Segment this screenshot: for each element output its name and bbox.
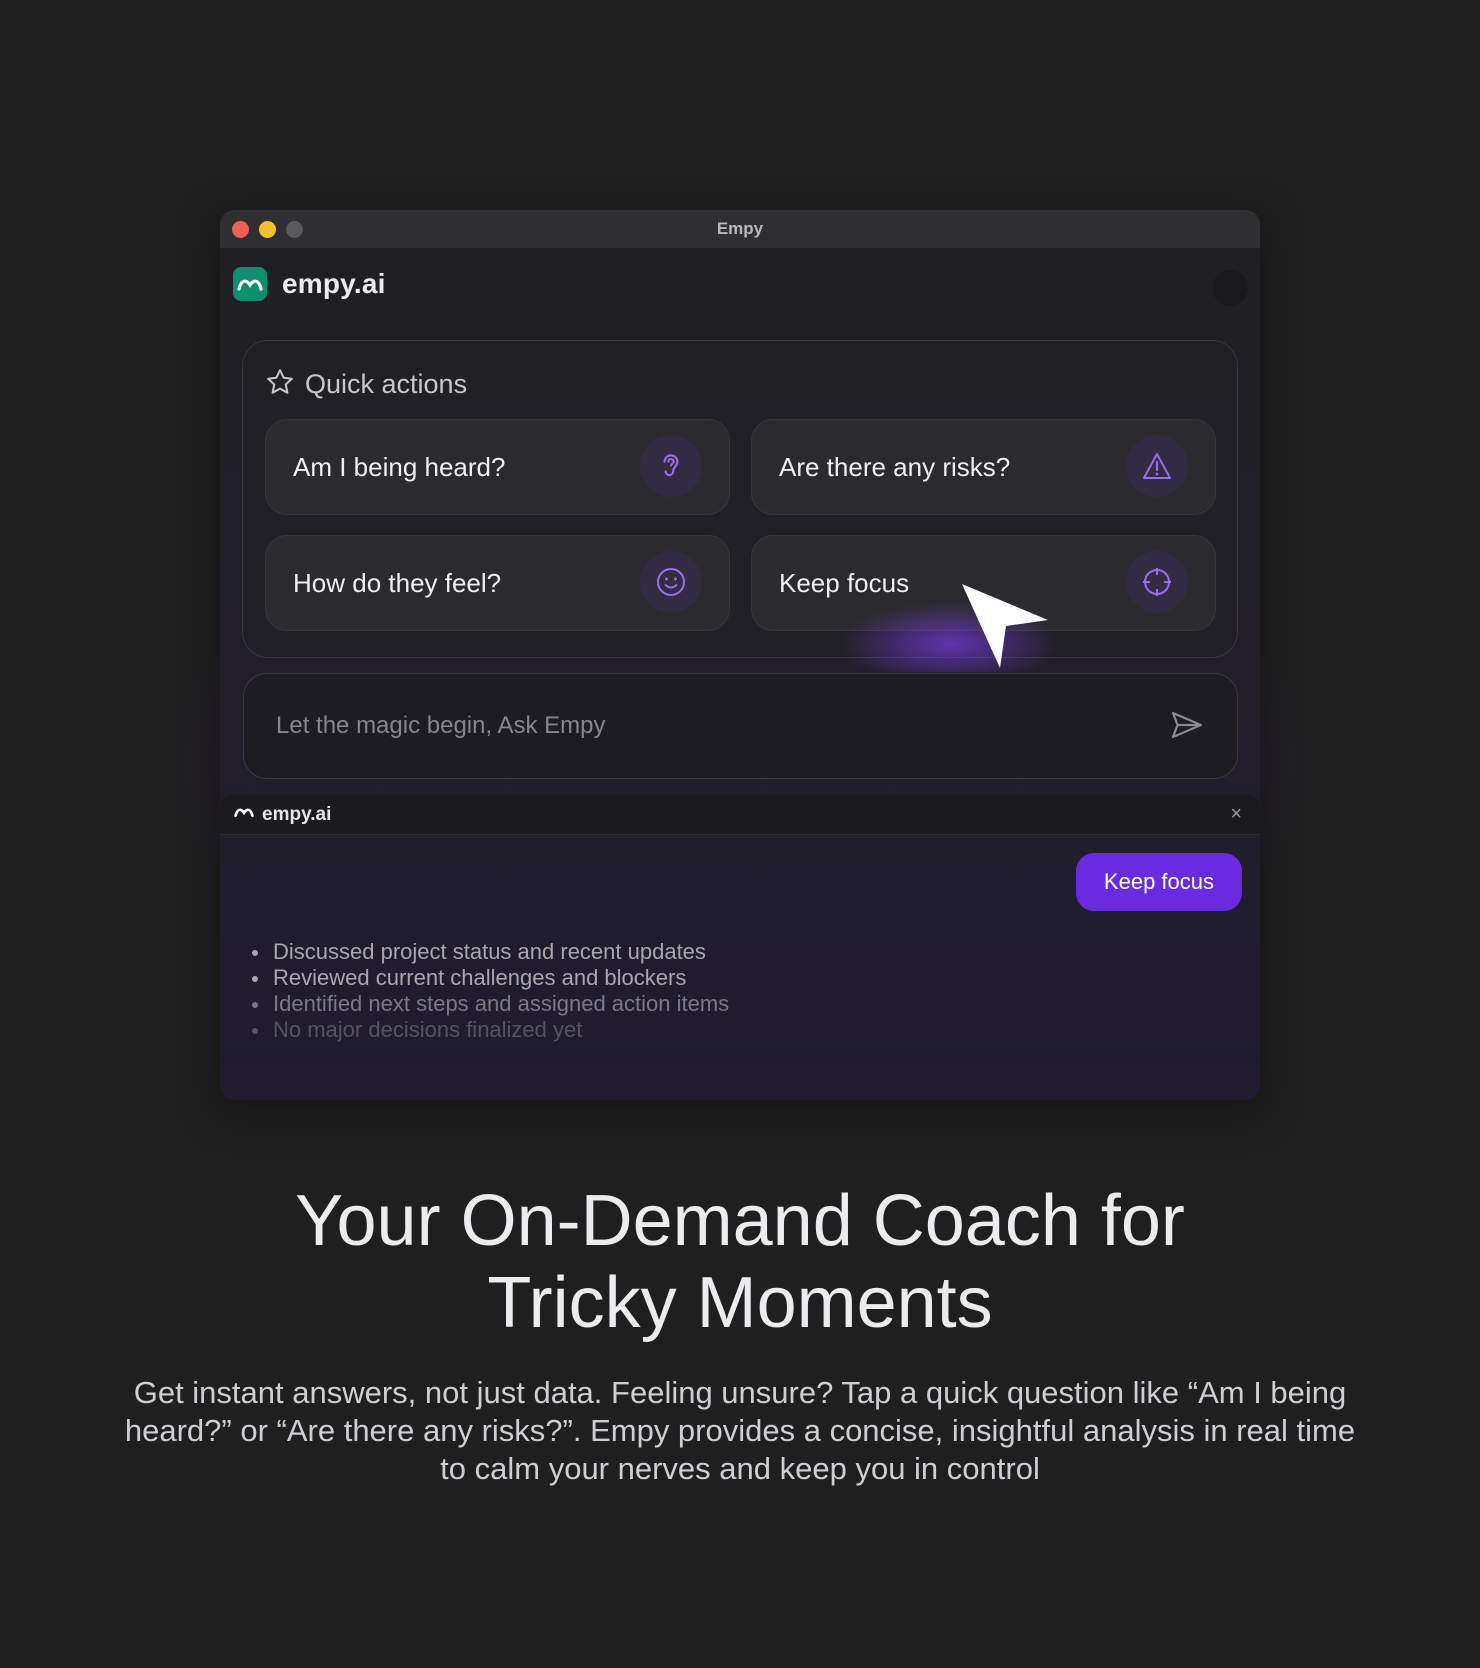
summary-panel-body: Keep focus Discussed project status and … <box>220 835 1260 1100</box>
quick-action-label: Am I being heard? <box>293 451 506 482</box>
avatar[interactable] <box>1212 270 1248 306</box>
quick-action-label: How do they feel? <box>293 567 502 598</box>
list-item: Reviewed current challenges and blockers <box>252 965 729 991</box>
summary-panel: empy.ai × Keep focus Discussed project s… <box>220 795 1260 1100</box>
close-window-button[interactable] <box>232 221 249 238</box>
empy-logo-icon <box>233 267 267 301</box>
brand-name: empy.ai <box>282 268 386 299</box>
quick-action-am-i-being-heard[interactable]: Am I being heard? <box>265 419 730 515</box>
close-icon[interactable]: × <box>1230 804 1242 824</box>
list-item: Identified next steps and assigned actio… <box>252 991 729 1017</box>
summary-bullet-list: Discussed project status and recent upda… <box>252 939 729 1043</box>
app-header: empy.ai <box>220 248 1260 320</box>
quick-actions-title: Quick actions <box>305 369 468 399</box>
quick-action-label: Are there any risks? <box>779 451 1011 482</box>
headline-line-2: Tricky Moments <box>487 1263 993 1343</box>
zoom-window-button[interactable] <box>286 221 303 238</box>
summary-panel-brand: empy.ai <box>262 803 332 825</box>
quick-action-are-there-any-risks[interactable]: Are there any risks? <box>751 419 1216 515</box>
headline-line-1: Your On-Demand Coach for <box>295 1181 1185 1261</box>
list-item: No major decisions finalized yet <box>252 1017 729 1043</box>
quick-actions-panel: Quick actions Am I being heard? Are ther… <box>242 340 1238 658</box>
bottom-fade <box>220 1047 1260 1100</box>
window-controls <box>232 221 303 238</box>
page-headline: Your On-Demand Coach for Tricky Moments <box>0 1180 1480 1344</box>
ear-icon <box>640 435 702 497</box>
crosshair-icon <box>1126 551 1188 613</box>
empy-logo-small-icon <box>234 805 254 824</box>
ask-empy-input-box[interactable] <box>243 673 1238 779</box>
star-icon <box>265 367 295 402</box>
title-bar: Empy <box>220 210 1260 248</box>
smile-icon <box>640 551 702 613</box>
send-icon[interactable] <box>1170 710 1204 745</box>
quick-actions-header: Quick actions <box>265 367 467 402</box>
window-title: Empy <box>716 219 764 238</box>
minimize-window-button[interactable] <box>259 221 276 238</box>
mouse-pointer-icon <box>960 582 1050 677</box>
quick-action-label: Keep focus <box>779 567 910 598</box>
summary-panel-header: empy.ai × <box>220 795 1260 835</box>
page-description: Get instant answers, not just data. Feel… <box>124 1375 1356 1486</box>
ask-empy-input[interactable] <box>276 712 1126 740</box>
keep-focus-chip[interactable]: Keep focus <box>1075 853 1242 911</box>
list-item: Discussed project status and recent upda… <box>252 939 729 965</box>
quick-action-how-do-they-feel[interactable]: How do they feel? <box>265 535 730 631</box>
app-window: Empy empy.ai Quick actions Am I being he… <box>220 210 1260 1100</box>
warning-triangle-icon <box>1126 435 1188 497</box>
